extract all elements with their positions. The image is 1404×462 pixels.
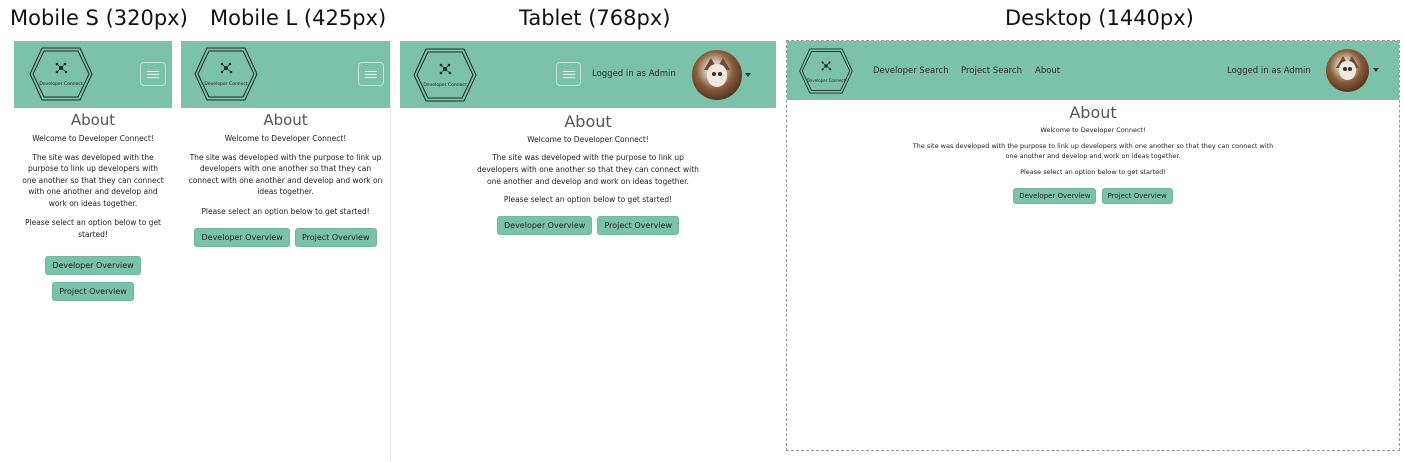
welcome-text: Welcome to Developer Connect! xyxy=(527,135,649,144)
hamburger-menu-icon xyxy=(365,71,377,72)
welcome-text: Welcome to Developer Connect! xyxy=(224,134,347,143)
nav-project-search[interactable]: Project Search xyxy=(961,66,1022,76)
caret-down-icon[interactable] xyxy=(1373,68,1379,72)
navbar: Developer Connect xyxy=(181,41,390,108)
description-text: The site was developed with the purpose … xyxy=(188,152,383,197)
page-title: About xyxy=(263,111,308,129)
developer-overview-button[interactable]: Developer Overview xyxy=(194,228,290,247)
hexagon-logo-icon xyxy=(194,47,258,101)
hexagon-logo-icon xyxy=(799,48,853,94)
project-overview-button[interactable]: Project Overview xyxy=(1101,188,1173,204)
about-section: About Welcome to Developer Connect! The … xyxy=(787,101,1399,204)
prompt-text: Please select an option below to get sta… xyxy=(503,195,673,204)
prompt-text: Please select an option below to get sta… xyxy=(201,206,370,216)
avatar-eye xyxy=(718,71,722,76)
about-section: About Welcome to Developer Connect! The … xyxy=(400,109,776,235)
hamburger-line xyxy=(365,74,377,75)
page-title: About xyxy=(70,111,116,129)
user-avatar[interactable] xyxy=(1326,49,1369,92)
logo-text: Developer Connect xyxy=(39,82,83,87)
nav-about[interactable]: About xyxy=(1035,66,1060,76)
menu-toggle-button[interactable] xyxy=(140,62,166,86)
developer-overview-button[interactable]: Developer Overview xyxy=(1013,188,1097,204)
logo-text: Developer Connect xyxy=(806,78,846,83)
hamburger-line xyxy=(562,74,575,75)
nav-developer-search[interactable]: Developer Search xyxy=(873,66,949,76)
brand-logo[interactable]: Developer Connect xyxy=(412,47,478,103)
avatar-face xyxy=(707,64,727,87)
developer-overview-button[interactable]: Developer Overview xyxy=(45,256,141,275)
mobile-l-view: Developer Connect About Welcome to Devel… xyxy=(181,41,391,462)
project-overview-button[interactable]: Project Overview xyxy=(597,216,680,235)
menu-toggle-button[interactable] xyxy=(358,62,384,86)
mobile-s-view: Developer Connect About Welcome to Devel… xyxy=(14,41,172,462)
description-text: The site was developed with the purpose … xyxy=(477,153,699,186)
welcome-text: Welcome to Developer Connect! xyxy=(32,134,154,143)
prompt-text: Please select an option below to get sta… xyxy=(1020,168,1166,176)
hexagon-logo-icon xyxy=(413,48,477,102)
navbar: Developer Connect Logged in as Admin xyxy=(400,41,776,108)
panel-title-tablet: Tablet (768px) xyxy=(519,6,671,30)
avatar-face xyxy=(1338,61,1357,81)
description-text: The site was developed with the purpose … xyxy=(22,152,164,208)
hamburger-line xyxy=(562,77,575,78)
user-avatar[interactable] xyxy=(692,50,742,100)
tablet-view: Developer Connect Logged in as Admin Abo… xyxy=(400,41,776,462)
hamburger-menu-icon xyxy=(562,71,575,72)
brand-logo[interactable]: Developer Connect xyxy=(798,47,854,95)
brand-logo[interactable]: Developer Connect xyxy=(28,46,94,102)
brand-logo[interactable]: Developer Connect xyxy=(193,46,259,102)
logo-text: Developer Connect xyxy=(204,82,248,87)
panel-title-mobile-l: Mobile L (425px) xyxy=(210,6,387,30)
welcome-text: Welcome to Developer Connect! xyxy=(1040,126,1146,134)
menu-toggle-button[interactable] xyxy=(556,62,581,86)
logo-text: Developer Connect xyxy=(423,83,467,88)
logged-in-label: Logged in as Admin xyxy=(1227,66,1311,76)
desktop-view: Developer Connect Developer Search Proje… xyxy=(786,40,1400,451)
caret-down-icon[interactable] xyxy=(745,73,751,77)
avatar-eye xyxy=(712,71,716,76)
description-text: The site was developed with the purpose … xyxy=(912,142,1274,160)
navbar: Developer Connect xyxy=(14,41,172,108)
about-section: About Welcome to Developer Connect! The … xyxy=(181,109,390,247)
project-overview-button[interactable]: Project Overview xyxy=(52,282,134,301)
developer-overview-button[interactable]: Developer Overview xyxy=(496,216,593,235)
hamburger-line xyxy=(147,74,159,75)
hexagon-logo-icon xyxy=(29,47,93,101)
page-title: About xyxy=(1069,103,1117,122)
hamburger-menu-icon xyxy=(147,71,159,72)
page-title: About xyxy=(564,112,612,131)
hamburger-line xyxy=(365,77,377,78)
prompt-text: Please select an option below to get sta… xyxy=(24,218,162,239)
navbar: Developer Connect Developer Search Proje… xyxy=(787,41,1399,100)
panel-title-mobile-s: Mobile S (320px) xyxy=(10,6,188,30)
panel-title-desktop: Desktop (1440px) xyxy=(1005,6,1194,30)
about-section: About Welcome to Developer Connect! The … xyxy=(14,109,172,301)
hamburger-line xyxy=(147,77,159,78)
project-overview-button[interactable]: Project Overview xyxy=(294,228,377,247)
logged-in-label: Logged in as Admin xyxy=(592,69,676,79)
